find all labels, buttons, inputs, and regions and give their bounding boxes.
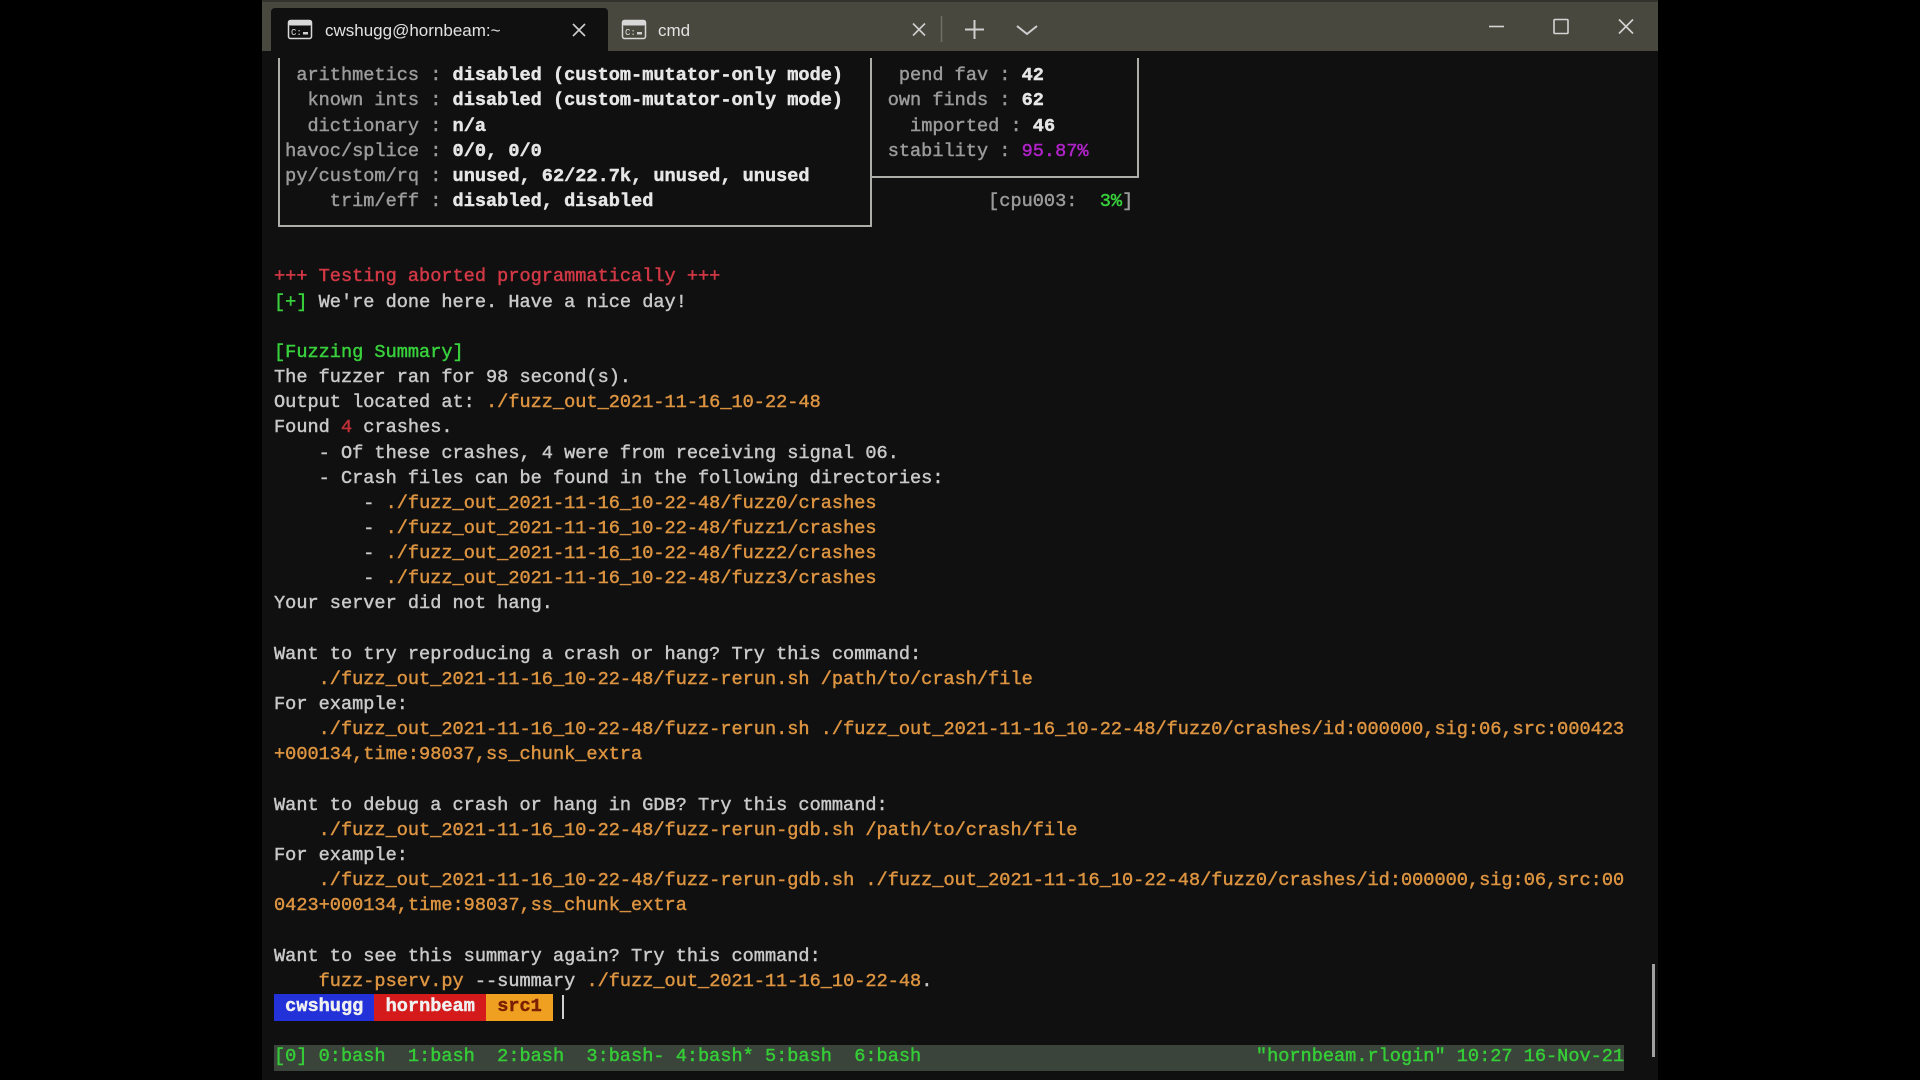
svg-text:C:: C: xyxy=(625,28,636,38)
svg-text:C:: C: xyxy=(291,28,302,38)
